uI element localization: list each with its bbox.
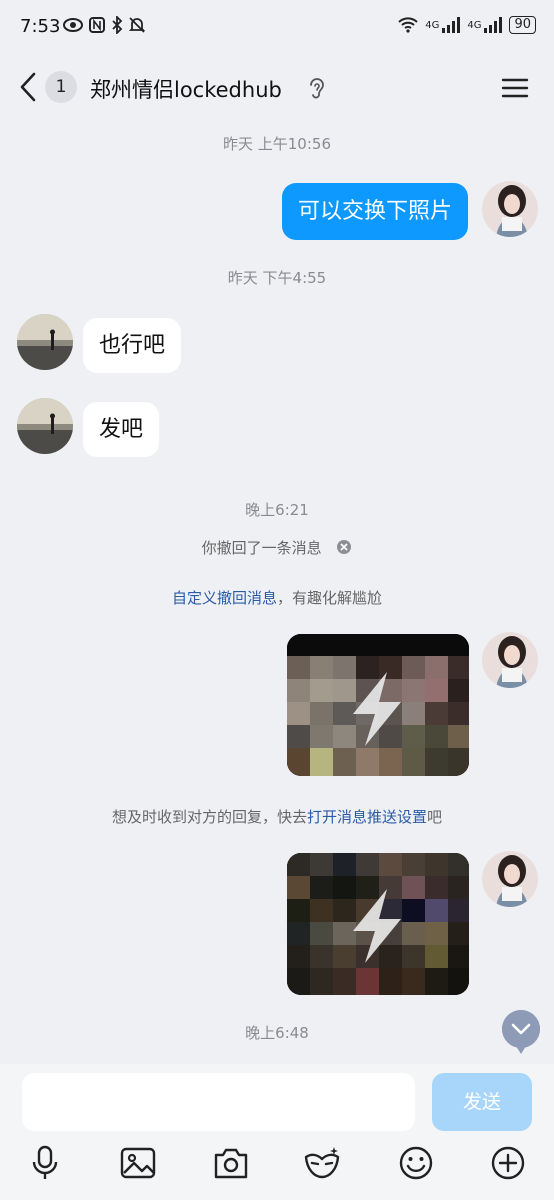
camera-icon[interactable] [211,1143,251,1183]
self-avatar[interactable] [482,181,538,237]
back-arrow-icon[interactable] [14,70,44,104]
message-bubble-other[interactable]: 发吧 [83,402,160,457]
close-icon[interactable] [336,539,352,555]
custom-recall-tip: 自定义撤回消息，有趣化解尴尬 [0,587,554,608]
chat-header: 1 郑州情侣lockedhub [0,52,554,122]
input-bar: 发送 [0,1064,554,1200]
status-left-icons [62,16,146,34]
message-bubble-self[interactable]: 可以交换下照片 [282,183,469,240]
signal-icon [442,17,461,33]
custom-recall-link[interactable]: 自定义撤回消息 [172,589,277,607]
message-input[interactable] [22,1073,415,1131]
status-time: 7:53 [20,16,61,37]
self-avatar[interactable] [482,632,538,688]
signal-icon-2 [484,17,503,33]
microphone-icon[interactable] [25,1143,65,1183]
chat-title[interactable]: 郑州情侣lockedhub [90,74,282,104]
ear-icon[interactable] [306,76,326,100]
mask-icon[interactable] [302,1143,342,1183]
self-avatar[interactable] [482,851,538,907]
timestamp: 晚上6:48 [245,1024,309,1042]
push-tip-prefix: 想及时收到对方的回复，快去 [111,808,307,826]
signal-label-2: 4G [467,19,482,31]
wifi-icon [398,17,418,33]
recall-notice: 你撤回了一条消息 [0,537,554,558]
bluetooth-icon [112,16,123,34]
signal-label-1: 4G [425,19,440,31]
push-settings-link[interactable]: 打开消息推送设置 [307,808,427,826]
message-bubble-other[interactable]: 也行吧 [83,318,182,373]
battery-indicator: 90 [509,16,536,34]
timestamp: 昨天 下午4:55 [227,269,327,287]
emoji-icon[interactable] [396,1143,436,1183]
unread-count-badge[interactable]: 1 [45,71,77,103]
custom-recall-text: ，有趣化解尴尬 [277,589,383,607]
image-icon[interactable] [118,1143,158,1183]
menu-icon[interactable] [500,76,530,100]
plus-icon[interactable] [488,1143,528,1183]
push-settings-tip: 想及时收到对方的回复，快去打开消息推送设置吧 [0,806,554,827]
send-button[interactable]: 发送 [432,1073,532,1131]
image-message[interactable] [287,853,469,995]
image-message[interactable] [287,634,469,776]
status-right-icons: 4G 4G 90 [397,16,536,34]
contact-avatar[interactable] [17,314,73,370]
status-bar: 7:53 4G 4G 90 [0,0,554,52]
nfc-icon [89,17,105,33]
timestamp: 晚上6:21 [245,501,309,519]
push-tip-suffix: 吧 [427,808,443,826]
contact-avatar[interactable] [17,398,73,454]
timestamp: 昨天 上午10:56 [223,135,331,153]
scroll-to-bottom-icon[interactable] [502,1010,540,1054]
recall-notice-text: 你撤回了一条消息 [201,539,322,557]
mute-bell-icon [128,17,146,33]
eye-icon [63,18,83,32]
